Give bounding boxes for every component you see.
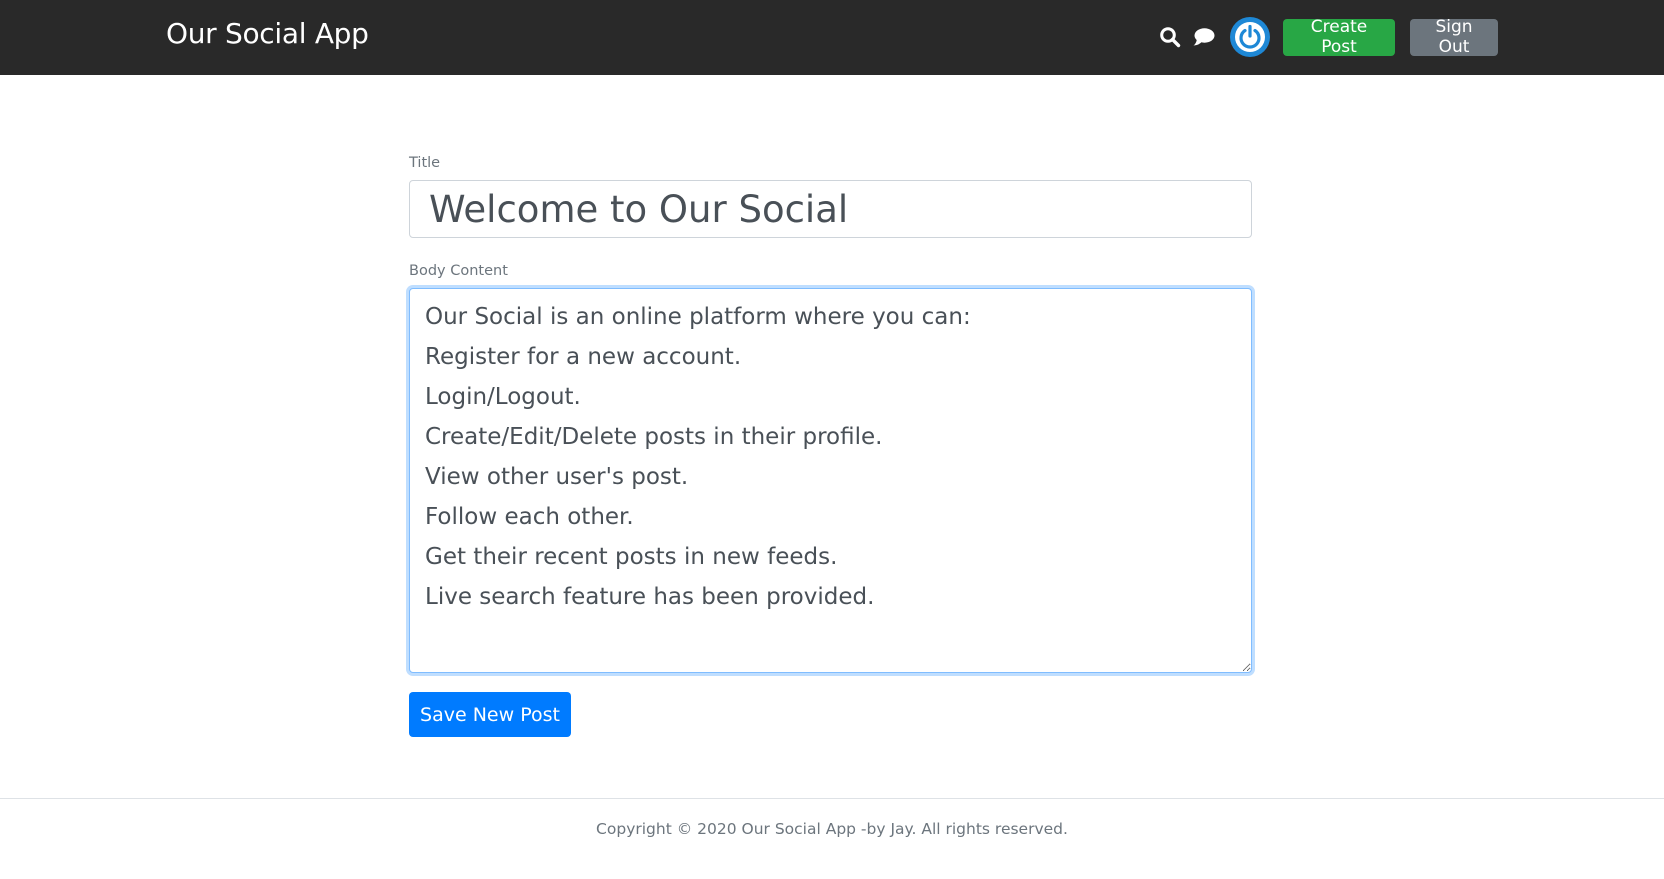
body-content-textarea[interactable]: Our Social is an online platform where y… xyxy=(409,288,1252,673)
power-icon xyxy=(1235,22,1265,52)
chat-icon[interactable] xyxy=(1190,23,1218,51)
footer-divider xyxy=(0,798,1664,799)
footer-copyright: Copyright © 2020 Our Social App -by Jay.… xyxy=(596,820,1068,838)
brand-logo-link[interactable]: Our Social App xyxy=(166,17,369,50)
avatar[interactable] xyxy=(1230,17,1270,57)
title-input[interactable] xyxy=(409,180,1252,238)
create-post-button[interactable]: Create Post xyxy=(1283,17,1395,57)
top-navbar: Our Social App Create Post Sign Out xyxy=(0,0,1664,75)
sign-out-button[interactable]: Sign Out xyxy=(1410,17,1498,57)
save-new-post-button[interactable]: Save New Post xyxy=(409,692,571,737)
search-icon[interactable] xyxy=(1156,23,1184,51)
create-post-form: Title Body Content Our Social is an onli… xyxy=(409,155,1252,737)
navbar-actions: Create Post Sign Out xyxy=(1156,17,1498,57)
body-content-label: Body Content xyxy=(409,263,508,279)
title-label: Title xyxy=(409,155,441,171)
